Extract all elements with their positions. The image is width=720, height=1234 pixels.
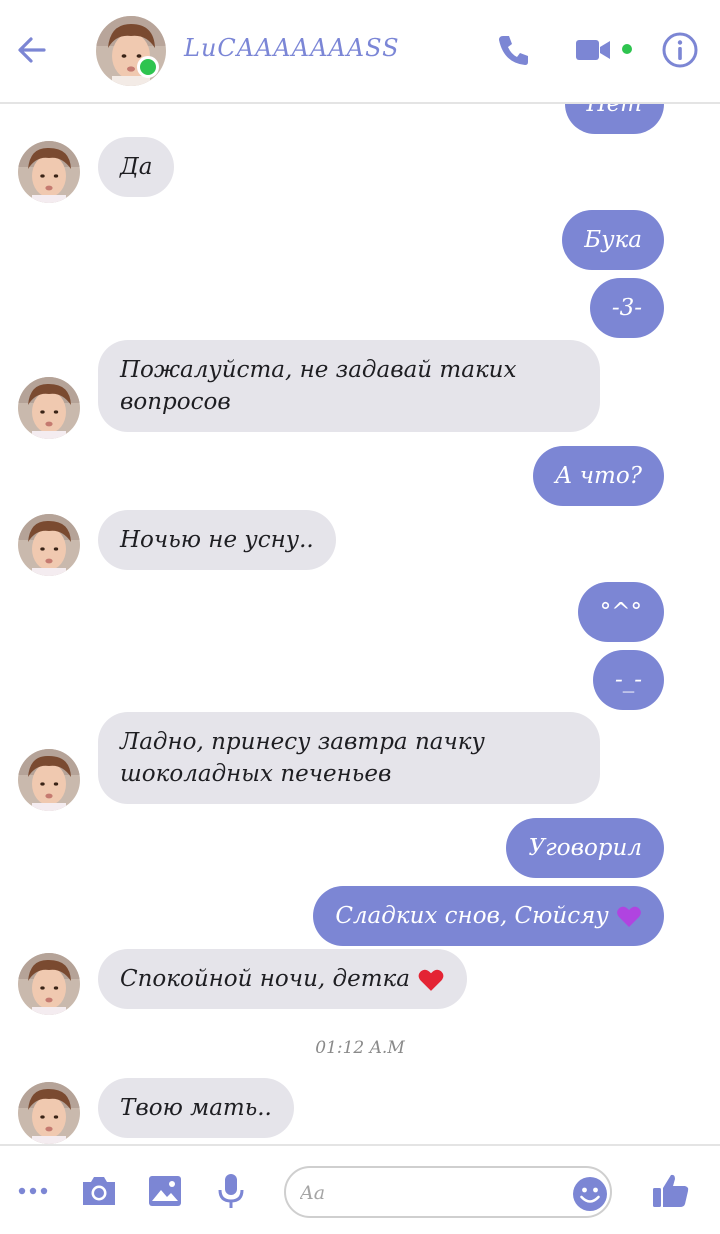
message-bubble-outgoing[interactable]: Бука	[562, 210, 664, 270]
red-heart-icon	[418, 969, 444, 991]
message-bubble-outgoing[interactable]: -_-	[592, 650, 664, 710]
message-timestamp: 01:12 A.M	[315, 1038, 405, 1058]
message-input[interactable]	[300, 1178, 560, 1208]
contact-avatar-small[interactable]	[18, 953, 80, 1015]
contact-avatar[interactable]	[96, 16, 166, 86]
message-bubble-incoming[interactable]: Ладно, принесу завтра пачку шоколадных п…	[98, 712, 600, 804]
info-circle-icon[interactable]	[660, 30, 700, 70]
contact-avatar-small[interactable]	[18, 141, 80, 203]
contact-avatar-small[interactable]	[18, 749, 80, 811]
message-thread[interactable]: Нет Да Бука -3- Пожалуйста, не задавай т…	[0, 104, 720, 1144]
message-bubble-outgoing[interactable]: Нет	[564, 104, 664, 134]
camera-icon[interactable]	[78, 1170, 120, 1212]
contact-avatar-small[interactable]	[18, 1082, 80, 1144]
message-bubble-incoming[interactable]: Пожалуйста, не задавай таких вопросов	[98, 340, 600, 432]
message-bubble-incoming[interactable]: Ночью не усну..	[98, 510, 336, 570]
message-bubble-outgoing[interactable]: -3-	[589, 278, 664, 338]
more-dots-icon[interactable]	[12, 1170, 54, 1212]
video-camera-icon[interactable]	[573, 30, 613, 70]
message-composer	[0, 1144, 720, 1234]
online-status-dot	[137, 56, 159, 78]
message-bubble-outgoing[interactable]: Уговорил	[506, 818, 664, 878]
microphone-icon[interactable]	[210, 1170, 252, 1212]
thumbs-up-icon[interactable]	[650, 1170, 692, 1212]
purple-heart-icon	[617, 906, 641, 927]
message-bubble-outgoing[interactable]: Сладких снов, Сюйсяу	[313, 886, 664, 946]
emoji-icon[interactable]	[572, 1176, 608, 1212]
message-bubble-incoming[interactable]: Да	[98, 137, 175, 197]
image-icon[interactable]	[144, 1170, 186, 1212]
contact-avatar-small[interactable]	[18, 377, 80, 439]
message-bubble-outgoing[interactable]: А что?	[532, 446, 664, 506]
video-active-dot	[622, 44, 632, 54]
chat-header: LuCAAAAAAASS	[0, 0, 720, 104]
message-input-box[interactable]	[284, 1166, 612, 1218]
message-bubble-incoming[interactable]: Спокойной ночи, детка	[98, 949, 468, 1009]
phone-icon[interactable]	[494, 30, 534, 70]
message-bubble-outgoing[interactable]: °^°	[577, 582, 664, 642]
message-bubble-incoming[interactable]: Твою мать..	[98, 1078, 294, 1138]
contact-name[interactable]: LuCAAAAAAASS	[184, 34, 400, 62]
contact-avatar-small[interactable]	[18, 514, 80, 576]
arrow-left-icon[interactable]	[12, 30, 52, 70]
